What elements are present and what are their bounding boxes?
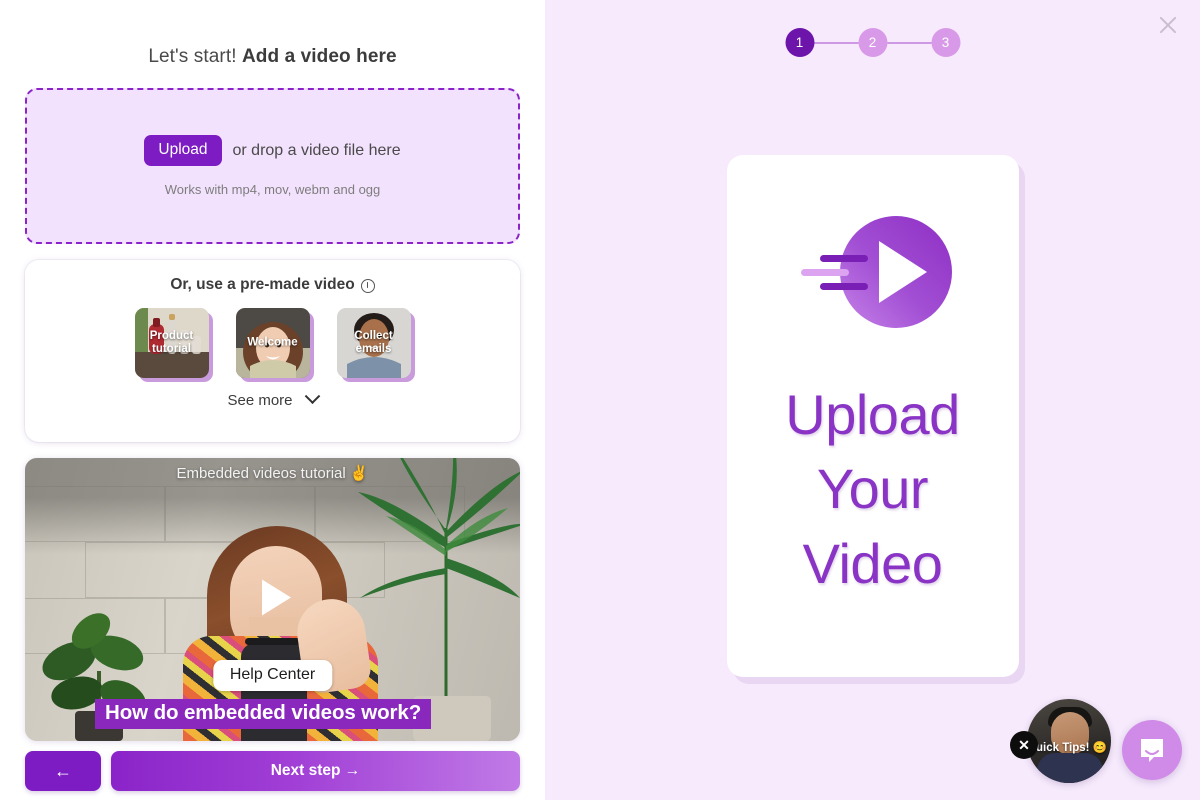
dropzone-row: Upload or drop a video file here [144,135,401,166]
see-more-label: See more [227,392,293,409]
tutorial-video-player[interactable]: Embedded videos tutorial ✌️ Help Center … [25,458,520,741]
premade-thumbnail-product-tutorial[interactable]: Product tutorial [134,308,213,382]
video-play-circle-icon [793,210,953,340]
tips-person-face [1051,712,1089,754]
tips-person-shirt [1037,753,1103,783]
supported-formats-text: Works with mp4, mov, webm and ogg [164,181,381,197]
step-indicator: 1 2 3 [785,28,960,57]
thumbnail-label: Collect emails [354,329,393,355]
upload-preview-card: Upload Your Video [726,155,1019,677]
upload-button[interactable]: Upload [144,135,222,166]
upload-card-line-2: Your [816,457,929,521]
step-3[interactable]: 3 [931,28,960,57]
chevron-down-icon [304,388,320,405]
next-step-button[interactable]: Next step → [111,751,520,791]
thumbnail-label: Welcome [247,336,298,349]
premade-video-card: Or, use a pre-made video Product tutoria… [25,260,520,442]
premade-title-text: Or, use a pre-made video [170,276,355,293]
right-panel: 1 2 3 Upload Your Video Quick Tips! 😊 ✕ [545,0,1200,800]
see-more-button[interactable]: See more [25,388,520,409]
step-connector [887,41,931,44]
close-icon[interactable] [1157,14,1179,36]
chat-bubble-icon[interactable] [1122,720,1182,780]
page-title-normal: Let's start! [148,46,242,67]
premade-thumbnail-collect-emails[interactable]: Collect emails [336,308,415,382]
quick-tips-video-bubble[interactable] [1027,699,1111,783]
video-caption: How do embedded videos work? [95,699,432,729]
dropzone-hint: or drop a video file here [232,141,401,159]
page-title: Let's start! Add a video here [0,46,545,68]
upload-card-text: Upload Your Video [785,378,960,601]
page-title-strong: Add a video here [241,46,397,67]
video-dropzone[interactable]: Upload or drop a video file here Works w… [25,88,520,244]
play-icon[interactable] [246,570,300,629]
step-1[interactable]: 1 [785,28,814,57]
upload-card-line-1: Upload [785,383,960,446]
quick-tips-close-icon[interactable]: ✕ [1010,731,1038,759]
step-2[interactable]: 2 [858,28,887,57]
footer-navigation: ← Next step → [25,751,520,791]
thumbnail-label: Product tutorial [149,329,194,355]
premade-thumbnail-row: Product tutorial Welcome Collect emails [25,308,520,382]
back-button[interactable]: ← [25,751,101,791]
premade-thumbnail-welcome[interactable]: Welcome [235,308,314,382]
premade-title: Or, use a pre-made video [25,276,520,294]
step-connector [814,41,858,44]
left-panel: Let's start! Add a video here Upload or … [0,0,545,800]
video-top-title: Embedded videos tutorial ✌️ [176,465,369,482]
app-root: Let's start! Add a video here Upload or … [0,0,1200,800]
help-circle-icon[interactable] [360,279,375,293]
upload-card-line-3: Video [802,531,943,595]
help-center-chip[interactable]: Help Center [212,660,333,691]
